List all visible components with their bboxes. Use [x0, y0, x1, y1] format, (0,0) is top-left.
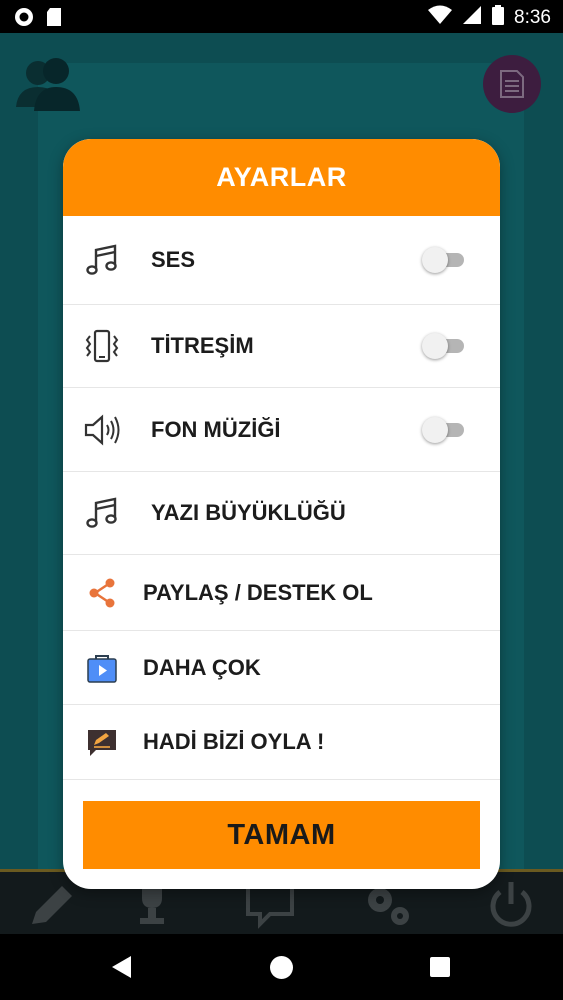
home-icon[interactable] — [270, 956, 293, 979]
vibration-phone-icon — [83, 327, 121, 365]
music-note-icon — [83, 494, 121, 532]
setting-label-sound: SES — [151, 247, 196, 272]
play-store-bag-icon — [83, 649, 121, 687]
sd-card-icon — [46, 7, 62, 32]
dialog-title: AYARLAR — [216, 162, 347, 192]
setting-label-more: DAHA ÇOK — [143, 654, 261, 680]
setting-row-font-size[interactable]: YAZI BÜYÜKLÜĞÜ — [63, 472, 500, 555]
document-icon[interactable] — [483, 55, 541, 113]
speaker-icon — [83, 411, 121, 449]
wifi-icon — [428, 5, 453, 30]
settings-dialog: AYARLAR SES TİTREŞİM FON MÜZİĞİ YAZI BÜY… — [63, 139, 500, 889]
setting-row-more[interactable]: DAHA ÇOK — [63, 631, 500, 705]
setting-label-rate: HADİ BİZİ OYLA ! — [143, 729, 325, 754]
status-time: 8:36 — [514, 6, 551, 28]
rate-pen-icon — [83, 723, 121, 761]
battery-icon — [492, 5, 505, 30]
ok-button[interactable]: TAMAM — [83, 801, 480, 869]
recents-icon[interactable] — [430, 957, 450, 977]
vibration-toggle[interactable] — [422, 333, 464, 359]
status-bar: 8:36 — [0, 0, 563, 33]
contacts-icon[interactable] — [14, 55, 84, 120]
ok-button-label: TAMAM — [227, 818, 336, 851]
music-note-icon — [83, 241, 121, 279]
power-icon[interactable] — [484, 880, 538, 934]
sound-toggle[interactable] — [422, 247, 464, 273]
signal-icon — [462, 5, 482, 30]
share-icon — [83, 574, 121, 612]
back-icon[interactable] — [112, 956, 131, 978]
background-music-toggle[interactable] — [422, 416, 464, 443]
setting-row-vibration[interactable]: TİTREŞİM — [63, 305, 500, 388]
setting-label-share: PAYLAŞ / DESTEK OL — [143, 579, 373, 605]
system-nav-bar — [0, 934, 563, 1000]
setting-label-font-size: YAZI BÜYÜKLÜĞÜ — [151, 500, 346, 525]
setting-row-background-music[interactable]: FON MÜZİĞİ — [63, 388, 500, 472]
circle-status-icon — [14, 7, 34, 32]
setting-row-share[interactable]: PAYLAŞ / DESTEK OL — [63, 555, 500, 631]
setting-row-rate[interactable]: HADİ BİZİ OYLA ! — [63, 705, 500, 780]
pencil-icon[interactable] — [26, 880, 78, 934]
dialog-header: AYARLAR — [63, 139, 500, 216]
setting-label-background-music: FON MÜZİĞİ — [151, 416, 281, 442]
setting-label-vibration: TİTREŞİM — [151, 333, 254, 358]
setting-row-sound[interactable]: SES — [63, 216, 500, 305]
